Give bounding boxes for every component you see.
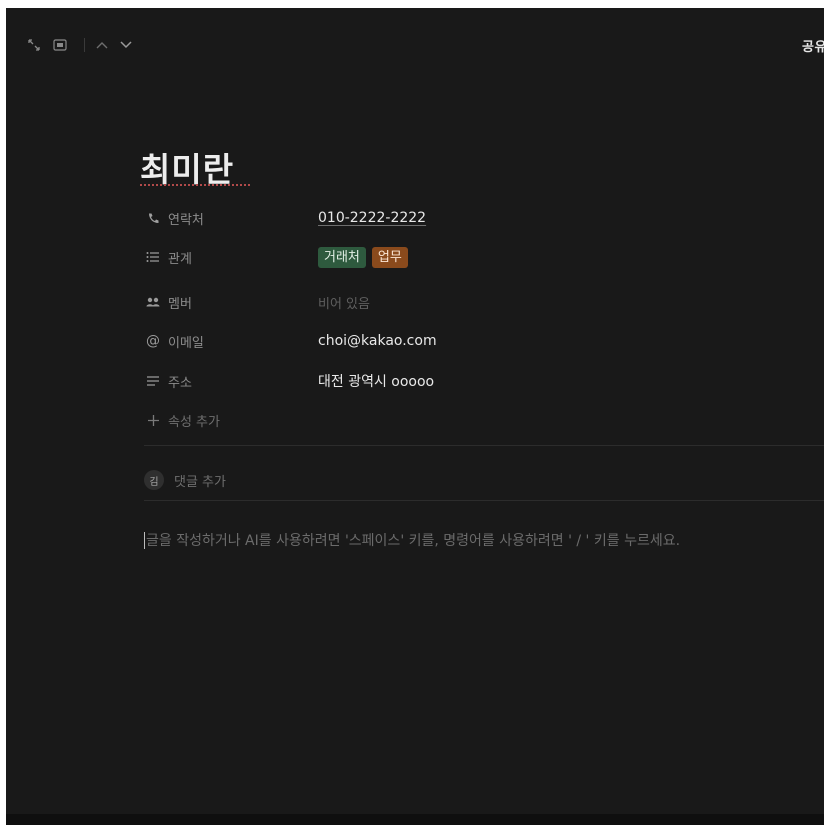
add-property-button[interactable]: 속성 추가 <box>144 408 824 432</box>
property-label: 이메일 <box>168 335 204 351</box>
page-peek-window: 공유 최미란 연락처 010-2222-2222 관계 거래처 업무 멤버 비어… <box>6 8 824 814</box>
tag-work[interactable]: 업무 <box>371 246 408 268</box>
property-label: 연락처 <box>168 212 204 228</box>
expand-icon[interactable] <box>26 37 42 53</box>
property-key[interactable]: 연락처 <box>144 209 318 228</box>
list-icon <box>144 249 162 265</box>
property-key[interactable]: 주소 <box>144 372 318 391</box>
add-property-key: 속성 추가 <box>144 411 318 430</box>
spellcheck-underline <box>140 184 250 186</box>
property-label: 멤버 <box>168 296 192 312</box>
page-body-editor[interactable]: 글을 작성하거나 AI를 사용하려면 '스페이스' 키를, 명령어를 사용하려면… <box>144 529 680 551</box>
chevron-down-icon[interactable] <box>118 37 134 53</box>
peek-mode-icon[interactable] <box>52 37 68 53</box>
add-comment[interactable]: 김 댓글 추가 <box>144 468 226 492</box>
chevron-up-icon[interactable] <box>94 37 110 53</box>
add-property-label: 속성 추가 <box>168 414 220 430</box>
phone-icon <box>144 210 162 226</box>
add-comment-label[interactable]: 댓글 추가 <box>174 471 226 490</box>
property-key[interactable]: 관계 <box>144 248 318 267</box>
editor-placeholder[interactable]: 글을 작성하거나 AI를 사용하려면 '스페이스' 키를, 명령어를 사용하려면… <box>146 530 680 550</box>
email-value[interactable]: choi@kakao.com <box>318 333 437 349</box>
property-row-relation[interactable]: 관계 거래처 업무 <box>144 245 824 269</box>
text-caret <box>144 531 145 549</box>
people-icon <box>144 294 162 310</box>
properties-divider <box>144 445 824 446</box>
plus-icon <box>144 412 162 428</box>
share-button[interactable]: 공유 <box>802 36 824 55</box>
at-icon: @ <box>146 333 160 349</box>
toolbar-divider <box>84 38 85 52</box>
comments-divider <box>144 500 824 501</box>
property-row-address[interactable]: 주소 대전 광역시 ooooo <box>144 369 824 393</box>
members-empty-value[interactable]: 비어 있음 <box>318 293 370 312</box>
property-label: 관계 <box>168 251 192 267</box>
property-label: 주소 <box>168 375 192 391</box>
relation-tags[interactable]: 거래처 업무 <box>318 246 408 268</box>
avatar: 김 <box>144 470 164 490</box>
window-bottom-edge <box>6 814 824 825</box>
property-row-phone[interactable]: 연락처 010-2222-2222 <box>144 206 824 230</box>
phone-value[interactable]: 010-2222-2222 <box>318 210 426 226</box>
property-row-email[interactable]: @ 이메일 choi@kakao.com <box>144 329 824 353</box>
property-key[interactable]: 멤버 <box>144 293 318 312</box>
text-lines-icon <box>144 373 162 389</box>
property-key[interactable]: @ 이메일 <box>144 332 318 351</box>
address-value[interactable]: 대전 광역시 ooooo <box>318 371 434 391</box>
property-row-members[interactable]: 멤버 비어 있음 <box>144 290 824 314</box>
topbar: 공유 <box>6 8 824 84</box>
tag-client[interactable]: 거래처 <box>318 246 366 268</box>
